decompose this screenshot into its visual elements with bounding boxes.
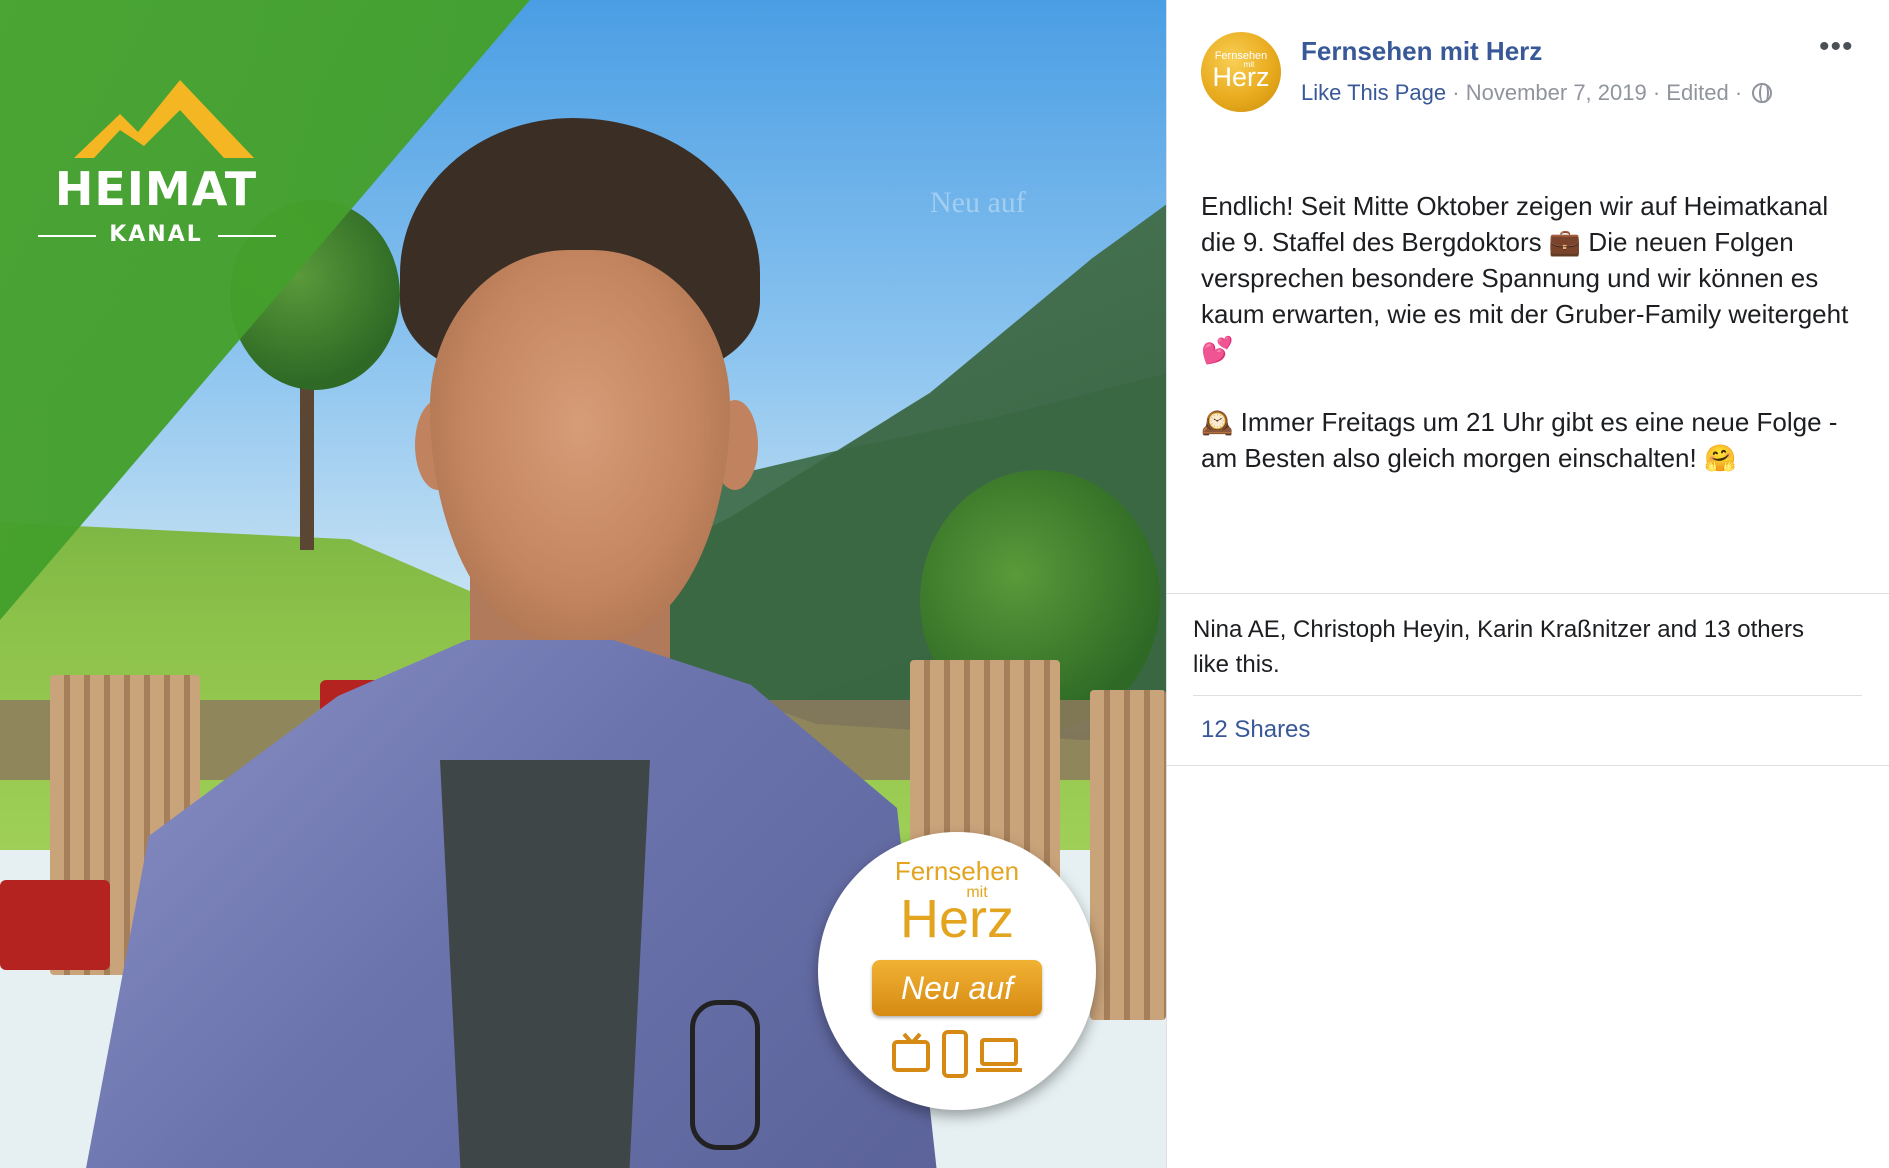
post-paragraph: 🕰️ Immer Freitags um 21 Uhr gibt es eine… [1201,407,1838,473]
more-options-icon[interactable]: ••• [1819,30,1854,64]
mountain-peaks-icon [74,80,254,158]
phone-icon [942,1030,968,1078]
post-photo[interactable]: HEIMAT KANAL Neu auf Fernsehen mit Herz … [0,0,1166,1168]
faded-watermark: Neu auf [930,186,1026,219]
page-avatar[interactable]: Fernsehen mit Herz [1201,32,1281,112]
logo-title: HEIMAT [54,162,258,216]
badge-neu-auf: Neu auf [872,960,1042,1016]
post-panel: Fernsehen mit Herz Fernsehen mit Herz Li… [1166,0,1889,1168]
section-divider [1167,593,1889,594]
person-tshirt [440,760,650,1168]
avatar-line3: Herz [1212,62,1270,92]
badge-line1: Fernsehen [894,856,1020,886]
heimatkanal-logo: HEIMAT KANAL [36,80,286,250]
like-page-link[interactable]: Like This Page [1301,80,1446,105]
tv-icon [892,1040,930,1072]
post-text: Endlich! Seit Mitte Oktober zeigen wir a… [1201,188,1861,512]
sunglasses [690,1000,760,1150]
badge-line3: Herz [899,889,1014,949]
section-divider [1193,695,1862,696]
facebook-post-screenshot: HEIMAT KANAL Neu auf Fernsehen mit Herz … [0,0,1889,1168]
page-name-link[interactable]: Fernsehen mit Herz [1301,36,1542,67]
likes-summary[interactable]: Nina AE, Christoph Heyin, Karin Kraßnitz… [1193,612,1833,682]
red-cushion [0,880,110,970]
wooden-chair [1090,690,1166,1020]
section-divider [1167,765,1889,766]
globe-icon[interactable] [1752,83,1773,103]
laptop-icon [980,1038,1018,1066]
post-paragraph: Endlich! Seit Mitte Oktober zeigen wir a… [1201,191,1849,365]
post-date[interactable]: November 7, 2019 [1466,80,1647,105]
devices-icon [892,1030,1022,1078]
person-face [430,250,730,640]
meta-separator: · [1734,80,1743,105]
post-meta: Like This Page · November 7, 2019 · Edit… [1301,80,1773,106]
meta-separator: · [1452,80,1460,105]
fernsehen-mit-herz-badge: Fernsehen mit Herz Neu auf [818,832,1096,1110]
meta-separator: · [1652,80,1661,105]
edited-link[interactable]: Edited [1666,80,1728,105]
logo-divider [218,235,276,237]
shares-link[interactable]: 12 Shares [1201,716,1310,744]
